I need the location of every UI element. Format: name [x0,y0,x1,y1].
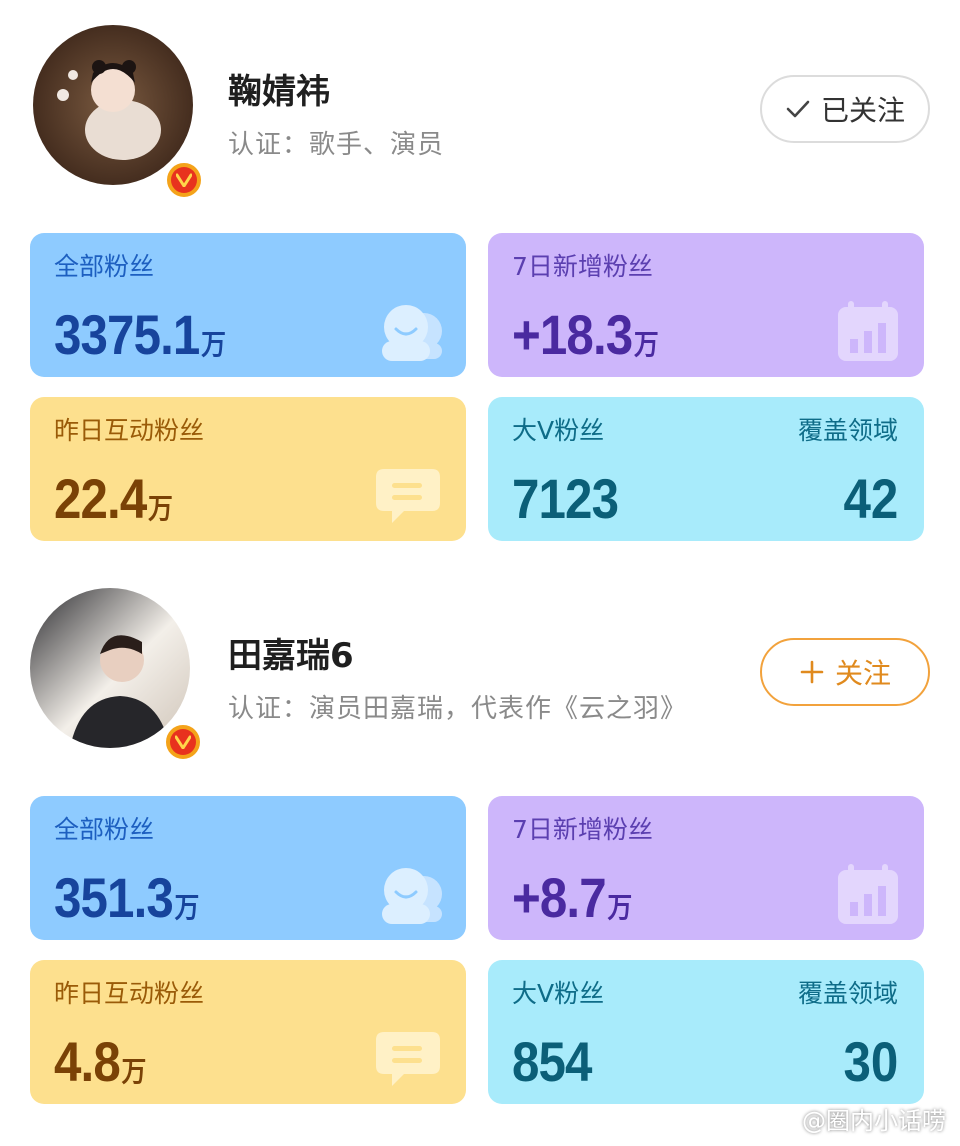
weibo-logo-icon [766,1108,795,1131]
domain-value: 30 [843,1030,898,1093]
bigv-fans-label: 大V粉丝 [512,416,605,445]
profile-name[interactable]: 鞠婧祎 [228,64,330,113]
follow-button-label: 已关注 [820,94,905,127]
new-fans-card[interactable]: 7日新增粉丝 +18.3万 [488,233,924,377]
total-fans-value: 3375.1万 [54,303,226,366]
avatar[interactable] [33,25,193,185]
avatar-image [30,588,190,748]
chat-bubble-icon [376,469,440,523]
total-fans-card[interactable]: 全部粉丝 351.3万 [30,796,466,940]
people-smile-icon [382,305,442,361]
plus-icon [800,660,824,684]
total-fans-card[interactable]: 全部粉丝 3375.1万 [30,233,466,377]
interact-fans-card[interactable]: 昨日互动粉丝 4.8万 [30,960,466,1104]
profile-name[interactable]: 田嘉瑞6 [228,628,354,677]
verified-badge-icon [163,722,203,762]
bigv-fans-label: 大V粉丝 [512,979,605,1008]
calendar-chart-icon [838,301,898,361]
verified-badge-icon [164,160,204,200]
follow-button-label: 关注 [834,657,891,690]
domain-label: 覆盖领域 [797,416,898,445]
domain-value: 42 [843,467,898,530]
new-fans-card[interactable]: 7日新增粉丝 +8.7万 [488,796,924,940]
certification-text: 认证：演员田嘉瑞，代表作《云之羽》 [228,694,688,724]
checkmark-icon [786,100,810,118]
people-smile-icon [382,868,442,924]
interact-fans-value: 22.4万 [54,467,173,530]
bigv-fans-value: 854 [512,1030,592,1093]
new-fans-value: +18.3万 [512,303,659,366]
new-fans-label: 7日新增粉丝 [512,252,653,281]
interact-fans-value: 4.8万 [54,1030,147,1093]
avatar-image [33,25,193,185]
total-fans-value: 351.3万 [54,866,200,929]
new-fans-value: +8.7万 [512,866,633,929]
new-fans-label: 7日新增粉丝 [512,815,653,844]
total-fans-label: 全部粉丝 [54,252,155,281]
interact-fans-label: 昨日互动粉丝 [54,416,205,445]
follow-button[interactable]: 关注 [760,638,930,706]
profile-card-1: 鞠婧祎 认证：歌手、演员 已关注 全部粉丝 3375.1万 7日新增粉丝 +18… [0,0,960,560]
chat-bubble-icon [376,1032,440,1086]
bigv-fans-card[interactable]: 大V粉丝 覆盖领域 854 30 [488,960,924,1104]
bigv-fans-card[interactable]: 大V粉丝 覆盖领域 7123 42 [488,397,924,541]
interact-fans-card[interactable]: 昨日互动粉丝 22.4万 [30,397,466,541]
certification-text: 认证：歌手、演员 [228,130,445,160]
avatar[interactable] [30,588,190,748]
watermark-text: @圈内小话唠 [802,1107,946,1135]
calendar-chart-icon [838,864,898,924]
domain-label: 覆盖领域 [797,979,898,1008]
followed-button[interactable]: 已关注 [760,75,930,143]
bigv-fans-value: 7123 [512,467,619,530]
watermark: @圈内小话唠 [766,1101,946,1136]
interact-fans-label: 昨日互动粉丝 [54,979,205,1008]
total-fans-label: 全部粉丝 [54,815,155,844]
